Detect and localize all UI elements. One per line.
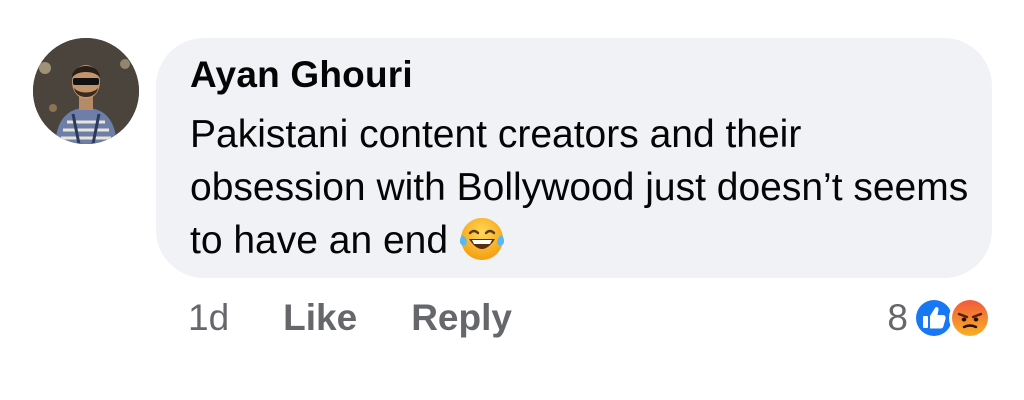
- comment-bubble: Ayan Ghouri Pakistani content creators a…: [156, 38, 992, 278]
- comment-body: Pakistani content creators and their obs…: [190, 113, 969, 262]
- tears-of-joy-emoji: [459, 218, 505, 260]
- reactions-summary[interactable]: 8: [887, 294, 992, 342]
- avatar[interactable]: [33, 38, 139, 144]
- angry-reaction-icon: [949, 297, 991, 339]
- author-name[interactable]: Ayan Ghouri: [190, 54, 413, 96]
- like-button[interactable]: Like: [283, 297, 357, 339]
- comment: Ayan Ghouri Pakistani content creators a…: [0, 0, 1024, 400]
- reaction-count: 8: [887, 297, 908, 338]
- comment-actions: 1d Like Reply: [188, 296, 512, 340]
- comment-text: Pakistani content creators and their obs…: [190, 108, 970, 267]
- reply-button[interactable]: Reply: [411, 297, 512, 339]
- profile-photo: [33, 38, 139, 144]
- comment-timestamp[interactable]: 1d: [188, 297, 229, 339]
